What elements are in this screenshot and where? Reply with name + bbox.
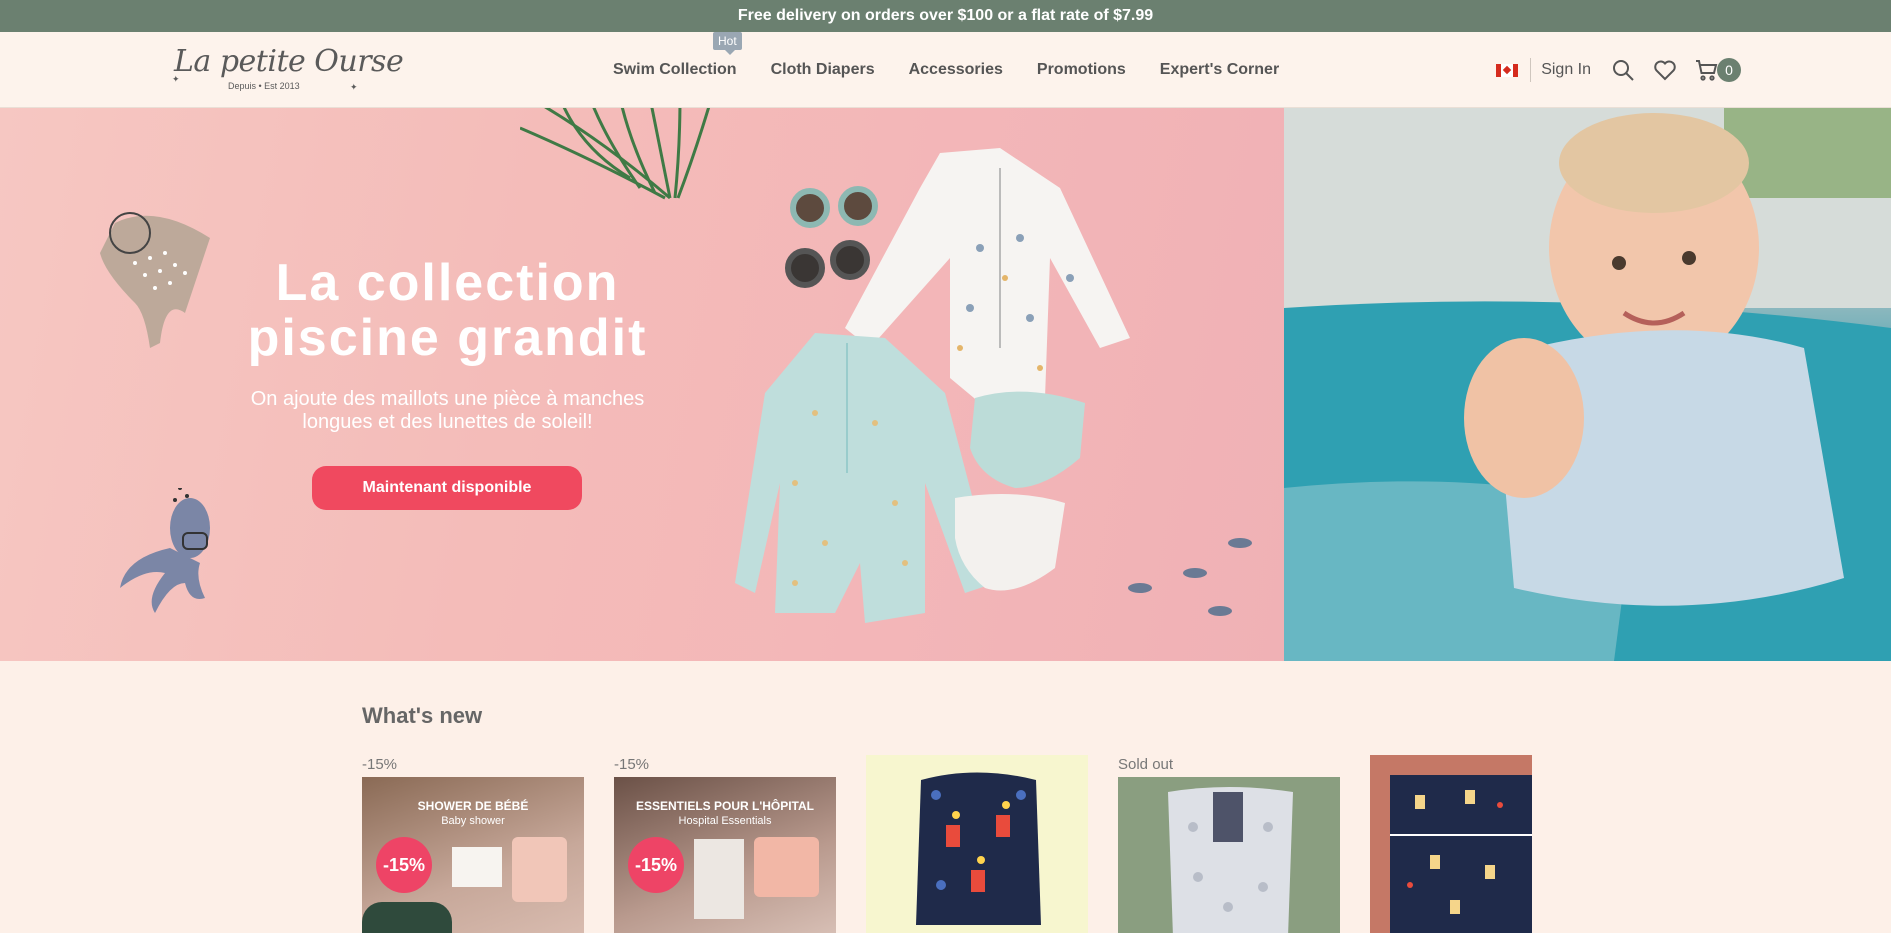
discount-badge: -15% <box>628 837 684 893</box>
main-nav: Swim Collection Hot Cloth Diapers Access… <box>613 32 1313 108</box>
thumb-title: ESSENTIELS POUR L'HÔPITAL <box>636 799 814 813</box>
logo-star-icon: * <box>342 58 346 68</box>
nav-label: Swim Collection <box>613 61 737 78</box>
nav-label: Accessories <box>908 61 1003 78</box>
search-icon[interactable] <box>1611 58 1635 82</box>
swim-diapers-image <box>955 391 1085 591</box>
nav-item-accessories[interactable]: Accessories <box>909 61 1003 79</box>
discount-badge: -15% <box>376 837 432 893</box>
baby-pool-photo <box>1284 108 1891 661</box>
whats-new-title: What's new <box>362 703 483 728</box>
announcement-bar: Free delivery on orders over $100 or a f… <box>0 0 1891 32</box>
product-card[interactable]: -15% SHOWER DE BÉBÉ Baby shower -15% <box>362 756 584 933</box>
baby-photo-image <box>1284 108 1891 661</box>
hospital-essentials-thumbnail[interactable]: ESSENTIELS POUR L'HÔPITAL Hospital Essen… <box>614 777 836 933</box>
bicycle-diaper-thumbnail[interactable] <box>1118 777 1340 933</box>
sold-out-tag: Sold out <box>1118 756 1174 773</box>
product-image <box>694 839 744 919</box>
heart-icon[interactable] <box>1653 58 1677 82</box>
site-header: La petite Ourse Depuis • Est 2013 ✦ ✦ * … <box>0 32 1891 108</box>
product-image <box>512 837 567 902</box>
logo-star-icon: ✦ <box>350 82 358 92</box>
logo-tagline: Depuis • Est 2013 <box>228 81 300 91</box>
canada-flag-icon[interactable] <box>1496 63 1519 77</box>
fish-icon <box>1128 538 1252 616</box>
available-now-button[interactable]: Maintenant disponible <box>312 466 582 510</box>
hero-title-line: La collection <box>275 254 620 312</box>
hero-title-line: piscine grandit <box>247 309 648 367</box>
product-image <box>1168 787 1293 933</box>
cart-icon <box>1696 60 1718 81</box>
popcorn-diaper-thumbnail[interactable] <box>866 755 1088 933</box>
nav-label: Promotions <box>1036 61 1126 78</box>
cart-count-badge: 0 <box>1717 58 1741 82</box>
thumb-subtitle: Hospital Essentials <box>678 815 772 827</box>
product-card[interactable]: -15% ESSENTIELS POUR L'HÔPITAL Hospital … <box>614 756 836 933</box>
product-image <box>452 847 502 887</box>
nav-item-promotions[interactable]: Promotions <box>1037 61 1126 79</box>
hero-subtitle-line: On ajoute des maillots une pièce à manch… <box>250 388 645 410</box>
nav-item-cloth-diapers[interactable]: Cloth Diapers <box>771 61 875 79</box>
hero-left-panel: La collection piscine grandit On ajoute … <box>0 108 1284 661</box>
product-card[interactable] <box>866 755 1088 933</box>
nav-label: Cloth Diapers <box>770 61 875 78</box>
discount-tag: -15% <box>614 756 650 773</box>
hero-subtitle-line: longues et des lunettes de soleil! <box>302 411 593 433</box>
logo-script: La petite Ourse <box>174 44 404 79</box>
product-card[interactable]: Sold out <box>1118 756 1340 933</box>
discount-tag: -15% <box>362 756 398 773</box>
hot-badge: Hot <box>713 32 742 55</box>
product-image <box>916 772 1041 925</box>
product-image <box>362 902 452 933</box>
nav-item-swim-collection[interactable]: Swim Collection Hot <box>613 32 742 79</box>
thumb-title: SHOWER DE BÉBÉ <box>417 799 529 813</box>
announcement-text: Free delivery on orders over $100 or a f… <box>737 7 1154 24</box>
baby-shower-thumbnail[interactable]: SHOWER DE BÉBÉ Baby shower -15% <box>362 777 584 933</box>
palm-leaf-icon <box>520 108 711 200</box>
thumb-subtitle: Baby shower <box>441 815 505 827</box>
divider <box>1530 58 1532 82</box>
product-card[interactable] <box>1370 755 1532 933</box>
product-image <box>754 837 819 897</box>
sign-in-link[interactable]: Sign In <box>1541 61 1591 79</box>
nav-item-experts-corner[interactable]: Expert's Corner <box>1160 61 1279 79</box>
hero-banner[interactable]: La collection piscine grandit On ajoute … <box>0 108 1891 661</box>
hero-title: La collection piscine grandit <box>170 256 725 366</box>
wet-bag-thumbnail[interactable] <box>1370 755 1532 933</box>
product-image <box>1390 775 1532 933</box>
octopus-icon <box>120 488 210 613</box>
nav-label: Expert's Corner <box>1159 61 1280 78</box>
header-tools: Sign In 0 <box>1496 32 1741 108</box>
hero-subtitle: On ajoute des maillots une pièce à manch… <box>220 388 675 434</box>
logo-star-icon: ✦ <box>172 74 180 84</box>
logo[interactable]: La petite Ourse Depuis • Est 2013 ✦ ✦ * <box>172 44 404 94</box>
cart-button[interactable]: 0 <box>1695 58 1741 82</box>
